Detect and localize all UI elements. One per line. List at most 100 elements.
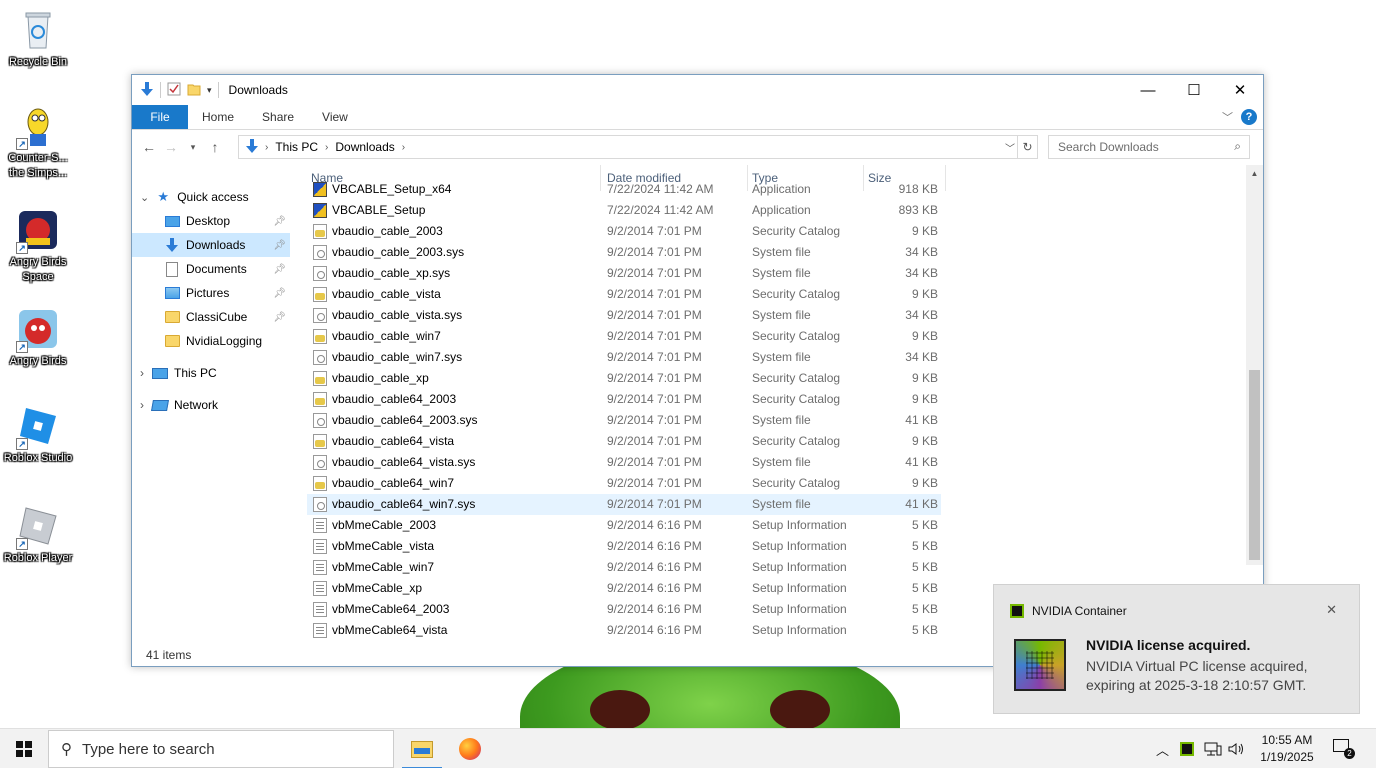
up-button[interactable]: ↑	[204, 139, 226, 155]
file-row[interactable]: vbMmeCable_2003 9/2/2014 6:16 PM Setup Inf…	[307, 515, 941, 536]
tab-file[interactable]: File	[132, 105, 188, 129]
file-row[interactable]: vbMmeCable64_vista 9/2/2014 6:16 PM Setup …	[307, 620, 941, 641]
file-row[interactable]: vbaudio_cable64_win7 9/2/2014 7:01 PM Secu…	[307, 473, 941, 494]
expand-chevron-icon[interactable]: ›	[140, 398, 144, 412]
file-row[interactable]: vbaudio_cable_2003 9/2/2014 7:01 PM Securi…	[307, 221, 941, 242]
taskbar-clock[interactable]: 10:55 AM 1/19/2025	[1252, 732, 1322, 766]
nav-network[interactable]: › Network	[132, 393, 290, 417]
file-date: 9/2/2014 6:16 PM	[607, 623, 702, 637]
show-hidden-icons-chevron-icon[interactable]: ︿	[1156, 729, 1169, 768]
nav-item-desktop[interactable]: Desktop 📌︎	[132, 209, 290, 233]
properties-checkmark-icon[interactable]	[167, 82, 181, 99]
nav-item-documents[interactable]: Documents 📌︎	[132, 257, 290, 281]
file-row[interactable]: vbaudio_cable64_2003 9/2/2014 7:01 PM Secu…	[307, 389, 941, 410]
file-row[interactable]: vbaudio_cable_win7.sys 9/2/2014 7:01 PM Sy…	[307, 347, 941, 368]
minimize-button[interactable]: —	[1125, 75, 1171, 105]
breadcrumb-downloads[interactable]: Downloads	[335, 140, 394, 154]
file-name: vbMmeCable64_2003	[332, 602, 450, 616]
back-button[interactable]: ←	[138, 139, 160, 155]
scroll-up-arrow-icon[interactable]: ▲	[1246, 165, 1263, 182]
file-row[interactable]: vbMmeCable_vista 9/2/2014 6:16 PM Setup In…	[307, 536, 941, 557]
pin-icon[interactable]: 📌︎	[273, 240, 286, 251]
file-size: 41 KB	[905, 413, 938, 427]
ribbon-right-controls: ﹀ ?	[1222, 109, 1257, 125]
file-explorer-window: ▾ Downloads — ☐ ✕ File Home Share View ﹀…	[131, 74, 1264, 667]
pin-icon[interactable]: 📌︎	[273, 288, 286, 299]
start-button[interactable]	[0, 729, 48, 768]
taskbar-file-explorer[interactable]	[398, 729, 446, 768]
forward-button[interactable]: →	[160, 139, 182, 155]
nav-item-pictures[interactable]: Pictures 📌︎	[132, 281, 290, 305]
desktop-icon-roblox-player[interactable]: ↗ Roblox Player	[2, 504, 74, 566]
file-row[interactable]: vbaudio_cable_xp 9/2/2014 7:01 PM Security…	[307, 368, 941, 389]
scrollbar-thumb[interactable]	[1249, 370, 1260, 560]
breadcrumb-chevron-icon[interactable]: ›	[325, 142, 328, 153]
recent-locations-chevron-icon[interactable]: ▾	[182, 142, 204, 153]
network-status-icon[interactable]	[1204, 729, 1222, 768]
file-row[interactable]: vbaudio_cable_win7 9/2/2014 7:01 PM Securi…	[307, 326, 941, 347]
file-row[interactable]: vbMmeCable_win7 9/2/2014 6:16 PM Setup Inf…	[307, 557, 941, 578]
help-icon[interactable]: ?	[1241, 109, 1257, 125]
desktop-icon-counter-strike-simpsons[interactable]: ↗ Counter-S... the Simps...	[2, 104, 74, 181]
maximize-button[interactable]: ☐	[1171, 75, 1217, 105]
new-folder-icon[interactable]	[187, 82, 201, 99]
expand-ribbon-chevron-icon[interactable]: ﹀	[1222, 109, 1233, 125]
file-date: 9/2/2014 7:01 PM	[607, 434, 702, 448]
desktop-icon-recycle-bin[interactable]: Recycle Bin	[2, 8, 74, 70]
firefox-icon	[459, 738, 481, 760]
file-row[interactable]: vbaudio_cable64_2003.sys 9/2/2014 7:01 PM…	[307, 410, 941, 431]
taskbar-firefox[interactable]	[446, 729, 494, 768]
pin-icon[interactable]: 📌︎	[273, 312, 286, 323]
nvidia-notification[interactable]: NVIDIA Container ✕ NVIDIA license acquir…	[993, 584, 1360, 714]
file-row[interactable]: vbaudio_cable_xp.sys 9/2/2014 7:01 PM Syst…	[307, 263, 941, 284]
desktop-icon-angry-birds-space[interactable]: ↗ Angry Birds Space	[2, 208, 74, 285]
file-row[interactable]: VBCABLE_Setup 7/22/2024 11:42 AM Applicati…	[307, 200, 941, 221]
nav-item-nvidialogging[interactable]: NvidiaLogging	[132, 329, 290, 353]
file-type: System file	[752, 455, 811, 469]
breadcrumb-chevron-icon[interactable]: ›	[265, 142, 268, 153]
file-row[interactable]: vbaudio_cable_vista 9/2/2014 7:01 PM Secur…	[307, 284, 941, 305]
customize-toolbar-chevron-icon[interactable]: ▾	[207, 85, 212, 96]
desktop-icon-angry-birds[interactable]: ↗ Angry Birds	[2, 307, 74, 369]
breadcrumb-chevron-icon[interactable]: ›	[402, 142, 405, 153]
file-row[interactable]: vbMmeCable64_2003 9/2/2014 6:16 PM Setup I…	[307, 599, 941, 620]
file-row[interactable]: vbaudio_cable64_win7.sys 9/2/2014 7:01 PM…	[307, 494, 941, 515]
nav-item-downloads[interactable]: Downloads 📌︎	[132, 233, 290, 257]
nav-quick-access[interactable]: ⌄ ★ Quick access	[132, 185, 290, 209]
vertical-scrollbar[interactable]: ▲	[1246, 165, 1263, 565]
file-row[interactable]: vbaudio_cable_vista.sys 9/2/2014 7:01 PM S…	[307, 305, 941, 326]
documents-folder-icon	[164, 261, 180, 277]
file-date: 9/2/2014 6:16 PM	[607, 539, 702, 553]
title-bar[interactable]: ▾ Downloads — ☐ ✕	[132, 75, 1263, 105]
file-row[interactable]: vbMmeCable_xp 9/2/2014 6:16 PM Setup Infor…	[307, 578, 941, 599]
address-history-chevron-icon[interactable]: ﹀	[1005, 140, 1015, 155]
tab-home[interactable]: Home	[188, 105, 248, 129]
expand-chevron-icon[interactable]: ›	[140, 366, 144, 380]
expand-chevron-icon[interactable]: ⌄	[140, 191, 149, 204]
refresh-icon[interactable]: ↻	[1017, 136, 1037, 158]
close-button[interactable]: ✕	[1217, 75, 1263, 105]
file-row[interactable]: vbaudio_cable64_vista 9/2/2014 7:01 PM Sec…	[307, 431, 941, 452]
tray-nvidia-icon[interactable]	[1180, 729, 1194, 768]
nav-label: Downloads	[186, 238, 246, 252]
file-size: 9 KB	[911, 287, 938, 301]
nav-item-classicube[interactable]: ClassiCube 📌︎	[132, 305, 290, 329]
folder-icon	[164, 333, 180, 349]
search-input[interactable]: Search Downloads ⌕	[1048, 135, 1250, 159]
address-bar[interactable]: › This PC › Downloads › ﹀ ↻	[238, 135, 1038, 159]
pin-icon[interactable]: 📌︎	[273, 216, 286, 227]
nav-this-pc[interactable]: › This PC	[132, 361, 290, 385]
file-row[interactable]: VBCABLE_Setup_x64 7/22/2024 11:42 AM Appli…	[307, 179, 941, 200]
taskbar-search-box[interactable]: ⚲ Type here to search	[48, 730, 394, 768]
action-center-button[interactable]: 2	[1333, 739, 1355, 759]
file-row[interactable]: vbaudio_cable64_vista.sys 9/2/2014 7:01 P…	[307, 452, 941, 473]
breadcrumb-this-pc[interactable]: This PC	[275, 140, 318, 154]
tab-view[interactable]: View	[308, 105, 362, 129]
notification-close-button[interactable]: ✕	[1326, 602, 1337, 618]
nav-label: ClassiCube	[186, 310, 248, 324]
pin-icon[interactable]: 📌︎	[273, 264, 286, 275]
file-row[interactable]: vbaudio_cable_2003.sys 9/2/2014 7:01 PM Sy…	[307, 242, 941, 263]
tab-share[interactable]: Share	[248, 105, 308, 129]
volume-icon[interactable]	[1228, 729, 1246, 768]
desktop-icon-roblox-studio[interactable]: ↗ Roblox Studio	[2, 404, 74, 466]
